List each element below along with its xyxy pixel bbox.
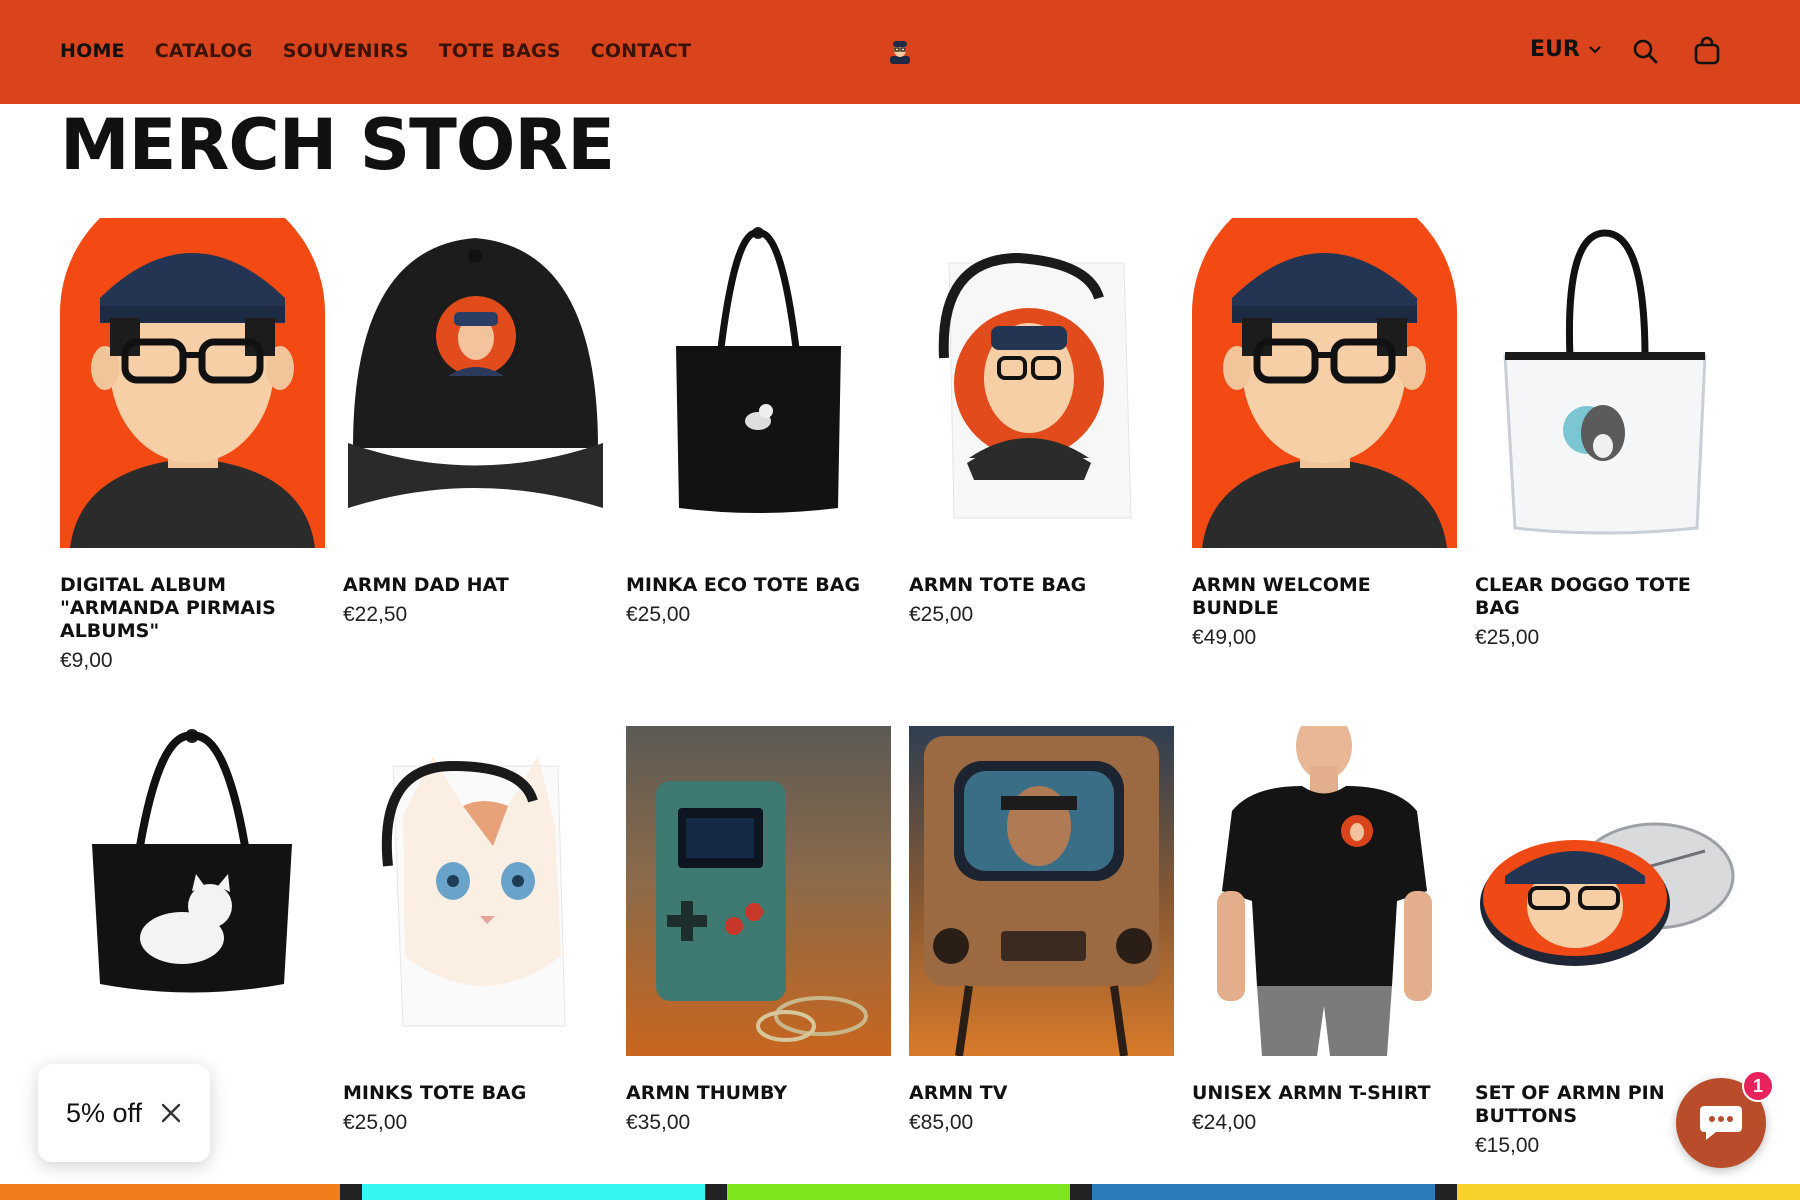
stripe-gap xyxy=(340,1184,362,1200)
chat-bubble-icon xyxy=(1700,1106,1742,1140)
nav-catalog[interactable]: CATALOG xyxy=(155,40,253,62)
retro-tv-photo-image xyxy=(909,726,1174,1056)
product-card-unisex-tshirt[interactable]: UNISEX ARMN T-SHIRT €24,00 xyxy=(1192,726,1457,1135)
product-card-minks-tote[interactable]: MINKS TOTE BAG €25,00 xyxy=(343,726,608,1135)
stripe-green xyxy=(727,1184,1070,1200)
avatar-artwork-image xyxy=(60,218,325,548)
footer-color-stripes xyxy=(0,1184,1800,1200)
product-card-welcome-bundle[interactable]: ARMN WELCOME BUNDLE €49,00 xyxy=(1192,218,1457,650)
product-card-armn-thumby[interactable]: ARMN THUMBY €35,00 xyxy=(626,726,891,1135)
nav-souvenirs[interactable]: SOUVENIRS xyxy=(283,40,409,62)
product-name[interactable]: ARMN TV xyxy=(909,1082,1174,1105)
logo-avatar-icon[interactable] xyxy=(888,38,912,64)
product-image-dad-hat[interactable] xyxy=(343,218,608,548)
product-price: €85,00 xyxy=(909,1111,974,1134)
product-card-digital-album[interactable]: DIGITAL ALBUM "ARMANDA PIRMAIS ALBUMS" €… xyxy=(60,218,325,673)
thumby-photo-image xyxy=(626,726,891,1056)
product-name[interactable]: MINKS TOTE BAG xyxy=(343,1082,608,1105)
stripe-blue xyxy=(1092,1184,1435,1200)
product-image-unisex-tshirt[interactable] xyxy=(1192,726,1457,1056)
shopping-bag-icon[interactable] xyxy=(1692,36,1722,66)
product-name[interactable]: ARMN DAD HAT xyxy=(343,574,608,597)
product-price: €24,00 xyxy=(1192,1111,1257,1134)
product-name[interactable]: ARMN WELCOME BUNDLE xyxy=(1192,574,1457,620)
top-header: HOME CATALOG SOUVENIRS TOTE BAGS CONTACT… xyxy=(0,0,1800,104)
product-name[interactable]: MINKA ECO TOTE BAG xyxy=(626,574,891,597)
product-card-minka-eco-tote[interactable]: MINKA ECO TOTE BAG €25,00 xyxy=(626,218,891,627)
product-price: €22,50 xyxy=(343,603,408,626)
product-price: €25,00 xyxy=(909,603,974,626)
chevron-down-icon xyxy=(1589,45,1601,54)
clear-tote-bag-image xyxy=(1475,218,1740,548)
stripe-gap xyxy=(1070,1184,1092,1200)
currency-selector[interactable]: EUR xyxy=(1530,37,1602,62)
armn-tote-bag-image xyxy=(909,218,1174,548)
pin-buttons-image xyxy=(1475,726,1740,1056)
product-name[interactable]: UNISEX ARMN T-SHIRT xyxy=(1192,1082,1457,1105)
product-card-cat-tote[interactable]: BAG xyxy=(60,726,325,1111)
search-icon[interactable] xyxy=(1630,36,1660,66)
nav-tote-bags[interactable]: TOTE BAGS xyxy=(439,40,561,62)
stripe-cyan xyxy=(362,1184,705,1200)
page-title: MERCH STORE xyxy=(60,104,615,186)
product-image-minks-tote[interactable] xyxy=(343,726,608,1056)
product-image-digital-album[interactable] xyxy=(60,218,325,548)
product-card-armn-tv[interactable]: ARMN TV €85,00 xyxy=(909,726,1174,1135)
product-image-armn-thumby[interactable] xyxy=(626,726,891,1056)
welcome-bundle-image xyxy=(1192,218,1457,548)
stripe-gap xyxy=(1435,1184,1457,1200)
product-card-armn-tote[interactable]: ARMN TOTE BAG €25,00 xyxy=(909,218,1174,627)
nav-home[interactable]: HOME xyxy=(60,40,125,62)
product-image-cat-tote[interactable] xyxy=(60,726,325,1056)
eco-tote-bag-image xyxy=(626,218,891,548)
minks-tote-bag-image xyxy=(343,726,608,1056)
discount-popup[interactable]: 5% off xyxy=(38,1064,210,1162)
nav-contact[interactable]: CONTACT xyxy=(591,40,692,62)
product-image-armn-tv[interactable] xyxy=(909,726,1174,1056)
product-image-pin-buttons[interactable] xyxy=(1475,726,1740,1056)
dad-hat-image xyxy=(343,218,608,548)
close-icon[interactable] xyxy=(160,1102,182,1124)
product-name[interactable]: CLEAR DOGGO TOTE BAG xyxy=(1475,574,1740,620)
product-price: €35,00 xyxy=(626,1111,691,1134)
product-card-dad-hat[interactable]: ARMN DAD HAT €22,50 xyxy=(343,218,608,627)
cat-tote-bag-image xyxy=(60,726,325,1056)
product-price: €25,00 xyxy=(626,603,691,626)
product-image-armn-tote[interactable] xyxy=(909,218,1174,548)
stripe-yellow xyxy=(1457,1184,1800,1200)
product-price: €49,00 xyxy=(1192,626,1257,649)
product-price: €25,00 xyxy=(343,1111,408,1134)
product-name[interactable]: ARMN TOTE BAG xyxy=(909,574,1174,597)
product-card-clear-doggo-tote[interactable]: CLEAR DOGGO TOTE BAG €25,00 xyxy=(1475,218,1740,650)
discount-label[interactable]: 5% off xyxy=(66,1098,142,1129)
product-image-welcome-bundle[interactable] xyxy=(1192,218,1457,548)
product-image-minka-eco-tote[interactable] xyxy=(626,218,891,548)
tshirt-model-image xyxy=(1192,726,1457,1056)
product-name[interactable]: DIGITAL ALBUM "ARMANDA PIRMAIS ALBUMS" xyxy=(60,574,325,643)
product-name[interactable]: ARMN THUMBY xyxy=(626,1082,891,1105)
stripe-orange xyxy=(0,1184,340,1200)
chat-notification-badge: 1 xyxy=(1742,1070,1774,1102)
main-nav: HOME CATALOG SOUVENIRS TOTE BAGS CONTACT xyxy=(60,40,691,62)
currency-label: EUR xyxy=(1530,37,1580,62)
product-image-clear-doggo-tote[interactable] xyxy=(1475,218,1740,548)
product-price: €25,00 xyxy=(1475,626,1540,649)
stripe-gap xyxy=(705,1184,727,1200)
product-price: €9,00 xyxy=(60,649,113,672)
